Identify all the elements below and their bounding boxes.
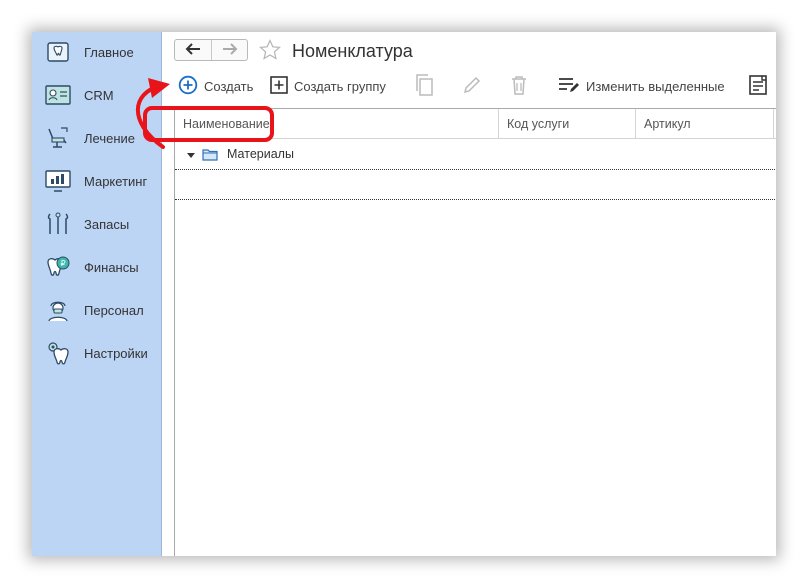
- toolbar: Создать Создать группу Изменить выделенн…: [162, 72, 776, 100]
- column-header-name[interactable]: Наименование: [175, 109, 499, 139]
- pencil-icon: [462, 75, 482, 98]
- report-button[interactable]: [748, 74, 770, 98]
- sidebar: Главное CRM Лечение Маркетинг Запасы ₽ Ф…: [32, 32, 162, 556]
- copy-icon: [414, 73, 434, 99]
- delete-button[interactable]: [510, 74, 528, 98]
- tooth-ruble-icon: ₽: [44, 253, 72, 281]
- list-edit-icon: [558, 76, 580, 97]
- change-selected-label: Изменить выделенные: [586, 78, 725, 94]
- sidebar-item-label: Настройки: [84, 345, 148, 361]
- svg-text:₽: ₽: [60, 259, 65, 268]
- sidebar-item-main[interactable]: Главное: [44, 36, 160, 68]
- sidebar-item-marketing[interactable]: Маркетинг: [44, 165, 160, 197]
- create-button[interactable]: Создать: [178, 74, 253, 98]
- copy-button[interactable]: [414, 73, 434, 99]
- sidebar-item-label: Финансы: [84, 259, 139, 275]
- table-row-empty[interactable]: [175, 169, 776, 200]
- app-window: Главное CRM Лечение Маркетинг Запасы ₽ Ф…: [32, 32, 776, 556]
- folder-icon: [202, 148, 218, 161]
- dental-chair-icon: [44, 124, 72, 152]
- sidebar-item-label: CRM: [84, 87, 114, 103]
- arrow-right-icon: [222, 42, 238, 58]
- tooth-gear-icon: [44, 339, 72, 367]
- nomenclature-table: Наименование Код услуги Артикул Материал…: [174, 108, 776, 556]
- sidebar-item-label: Лечение: [84, 130, 136, 146]
- sidebar-item-stock[interactable]: Запасы: [44, 208, 160, 240]
- doctor-icon: [44, 296, 72, 324]
- column-header-service-code[interactable]: Код услуги: [499, 109, 636, 139]
- create-button-label: Создать: [204, 78, 254, 94]
- marketing-chart-icon: [44, 167, 72, 195]
- sidebar-item-settings[interactable]: Настройки: [44, 337, 160, 369]
- main-panel: Номенклатура Создать Создать группу Изме…: [162, 32, 776, 556]
- favorite-star-icon[interactable]: [259, 39, 281, 61]
- report-icon: [748, 74, 770, 99]
- page-title: Номенклатура: [292, 41, 413, 61]
- group-name: Материалы: [227, 147, 294, 161]
- back-button[interactable]: [175, 40, 211, 60]
- plus-circle-icon: [178, 75, 198, 98]
- edit-button[interactable]: [462, 74, 482, 98]
- create-group-label: Создать группу: [294, 78, 386, 94]
- table-row-group[interactable]: Материалы: [175, 139, 776, 169]
- arrow-left-icon: [185, 42, 201, 58]
- change-selected-button[interactable]: Изменить выделенные: [558, 74, 725, 98]
- sidebar-item-staff[interactable]: Персонал: [44, 294, 160, 326]
- forward-button[interactable]: [211, 40, 247, 60]
- plus-square-icon: [270, 75, 288, 97]
- navigation-buttons: [174, 39, 248, 61]
- sidebar-item-treatment[interactable]: Лечение: [44, 122, 160, 154]
- sidebar-item-crm[interactable]: CRM: [44, 79, 160, 111]
- sidebar-item-label: Главное: [84, 44, 134, 60]
- sidebar-item-label: Персонал: [84, 302, 144, 318]
- sidebar-item-finance[interactable]: ₽ Финансы: [44, 251, 160, 283]
- crm-card-icon: [44, 81, 72, 109]
- table-header: Наименование Код услуги Артикул: [175, 109, 776, 139]
- column-header-article[interactable]: Артикул: [636, 109, 774, 139]
- home-tooth-icon: [44, 38, 72, 66]
- expand-triangle-icon[interactable]: [187, 147, 195, 162]
- dental-tools-icon: [44, 210, 72, 238]
- create-group-button[interactable]: Создать группу: [270, 74, 386, 98]
- trash-icon: [510, 75, 528, 98]
- sidebar-item-label: Маркетинг: [84, 173, 148, 189]
- sidebar-item-label: Запасы: [84, 216, 130, 232]
